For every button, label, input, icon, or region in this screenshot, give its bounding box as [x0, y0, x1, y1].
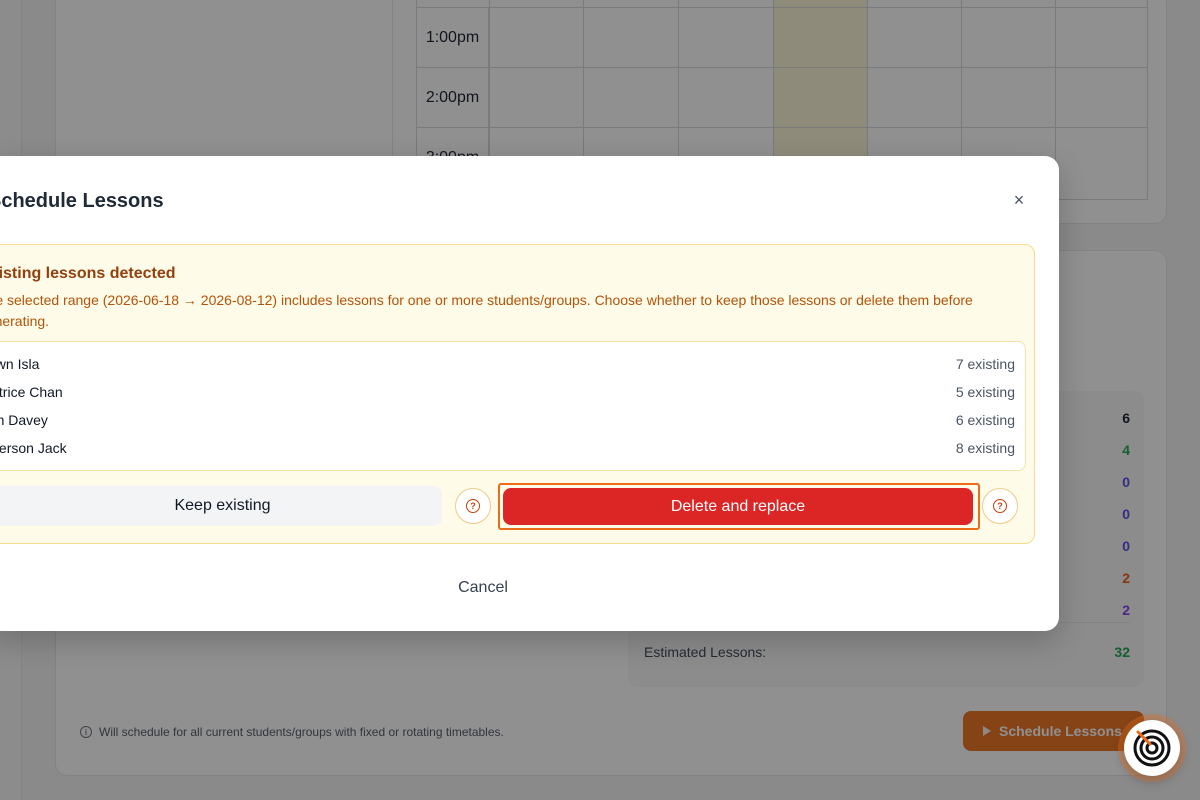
help-icon: ? [466, 499, 480, 513]
delete-and-replace-button[interactable]: Delete and replace [503, 488, 973, 525]
warning-title: Existing lessons detected [0, 265, 176, 282]
existing-count: 7 existing [955, 356, 1015, 372]
delete-replace-highlight: Delete and replace [498, 483, 980, 530]
student-name: Anderson Jack [0, 440, 67, 456]
keep-existing-help-button[interactable]: ? [455, 488, 491, 524]
student-name: John Davey [0, 412, 48, 428]
student-name: Beatrice Chan [0, 384, 63, 400]
list-item: Beatrice Chan 5 existing [0, 378, 1015, 406]
help-icon: ? [993, 499, 1007, 513]
existing-lessons-warning: Existing lessons detected The selected r… [0, 244, 1035, 544]
warning-text: The selected range (2026-06-18 → 2026-08… [0, 292, 973, 329]
assistant-logo-icon [1133, 729, 1171, 767]
assistant-fab[interactable] [1124, 720, 1180, 776]
existing-count: 8 existing [955, 440, 1015, 456]
schedule-lessons-dialog: Schedule Lessons × Existing lessons dete… [0, 156, 1059, 631]
list-item: John Davey 6 existing [0, 406, 1015, 434]
keep-existing-button[interactable]: Keep existing [0, 486, 442, 526]
delete-replace-help-button[interactable]: ? [982, 488, 1018, 524]
existing-count: 5 existing [955, 384, 1015, 400]
list-item: Brown Isla 7 existing [0, 350, 1015, 378]
student-name: Brown Isla [0, 356, 40, 372]
cancel-button[interactable]: Cancel [433, 577, 533, 599]
existing-lessons-list: Brown Isla 7 existing Beatrice Chan 5 ex… [0, 341, 1026, 471]
close-icon[interactable]: × [1008, 189, 1030, 211]
list-item: Anderson Jack 8 existing [0, 434, 1015, 462]
dialog-title: Schedule Lessons [0, 190, 164, 212]
existing-count: 6 existing [955, 412, 1015, 428]
